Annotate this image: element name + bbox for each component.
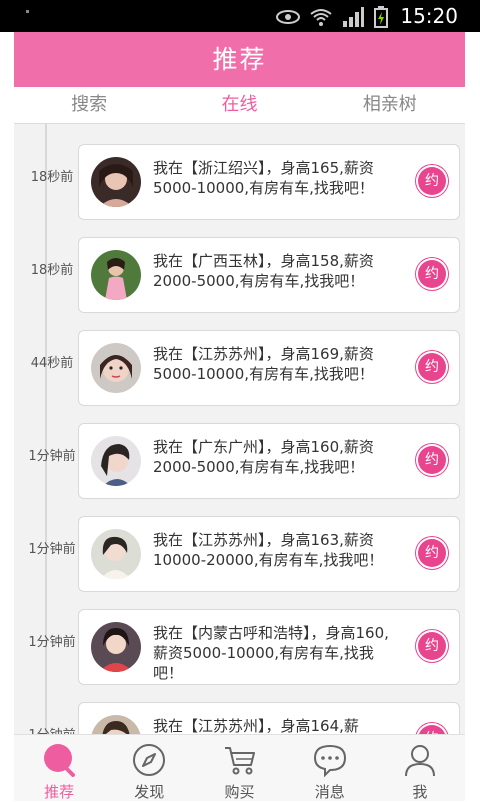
nav-label: 推荐 xyxy=(44,783,75,801)
message-text: 我在【内蒙古呼和浩特】，身高160,薪资5000-10000,有房有车,找我吧！ xyxy=(153,624,389,682)
time-ago: 18秒前 xyxy=(30,170,74,185)
message-text: 我在【江苏苏州】，身高164,薪 xyxy=(153,717,359,734)
feed-card[interactable]: 我在【内蒙古呼和浩特】，身高160,薪资5000-10000,有房有车,找我吧！… xyxy=(78,609,460,685)
time-ago: 1分钟前 xyxy=(22,724,82,734)
date-invite-button[interactable]: 约 xyxy=(418,167,446,195)
time-ago: 1分钟前 xyxy=(28,635,76,650)
nav-label: 消息 xyxy=(314,783,345,801)
avatar[interactable] xyxy=(91,343,141,393)
nav-label: 我 xyxy=(412,783,428,801)
feed-card[interactable]: 我在【广西玉林】，身高158,薪资2000-5000,有房有车,找我吧！ 约 xyxy=(78,237,460,313)
feed-card[interactable]: 我在【江苏苏州】，身高163,薪资10000-20000,有房有车,找我吧！ 约 xyxy=(78,516,460,592)
list-item: 44秒前 我在【江苏苏州】，身高169,薪资5000-10000,有房有车,找我… xyxy=(14,330,465,406)
date-invite-button[interactable]: 约 xyxy=(418,539,446,567)
status-icons xyxy=(276,6,388,28)
avatar[interactable] xyxy=(91,529,141,579)
avatar[interactable] xyxy=(91,157,141,207)
bottom-nav: 推荐 发现 购买 消息 我 xyxy=(14,734,465,801)
list-item: 1分钟前 我在【内蒙古呼和浩特】，身高160,薪资5000-10000,有房有车… xyxy=(14,609,465,685)
nav-buy[interactable]: 购买 xyxy=(194,735,284,801)
time-ago: 1分钟前 xyxy=(28,542,76,557)
feed-card[interactable]: 我在【江苏苏州】，身高169,薪资5000-10000,有房有车,找我吧！ 约 xyxy=(78,330,460,406)
date-invite-button[interactable]: 约 xyxy=(418,446,446,474)
message-text: 我在【广西玉林】，身高158,薪资2000-5000,有房有车,找我吧！ xyxy=(153,252,374,290)
eye-icon xyxy=(276,10,300,24)
signal-icon xyxy=(343,7,364,27)
app-header: 推荐 xyxy=(14,32,465,87)
nav-label: 购买 xyxy=(224,783,255,801)
search-icon xyxy=(44,744,76,777)
avatar[interactable] xyxy=(91,622,141,672)
feed-card[interactable]: 我在【广东广州】，身高160,薪资2000-5000,有房有车,找我吧！ 约 xyxy=(78,423,460,499)
time-ago: 44秒前 xyxy=(30,356,74,371)
time-ago: 18秒前 xyxy=(30,263,74,278)
wifi-icon xyxy=(310,9,332,26)
page-title: 推荐 xyxy=(212,45,267,74)
nav-recommend[interactable]: 推荐 xyxy=(14,735,104,801)
status-bar: 15:20 xyxy=(0,0,480,32)
tab-bar: 搜索 在线 相亲树 xyxy=(14,87,465,124)
tab-search[interactable]: 搜索 xyxy=(14,87,164,123)
date-invite-button[interactable]: 约 xyxy=(418,353,446,381)
feed-card[interactable]: 我在【江苏苏州】，身高164,薪 约 xyxy=(78,702,460,734)
tab-online[interactable]: 在线 xyxy=(164,87,314,123)
list-item: 18秒前 我在【广西玉林】，身高158,薪资2000-5000,有房有车,找我吧… xyxy=(14,237,465,313)
avatar[interactable] xyxy=(91,715,141,734)
feed-card[interactable]: 我在【浙江绍兴】，身高165,薪资5000-10000,有房有车,找我吧！ 约 xyxy=(78,144,460,220)
list-item: 18秒前 我在【浙江绍兴】，身高165,薪资5000-10000,有房有车,找我… xyxy=(14,144,465,220)
message-text: 我在【江苏苏州】，身高163,薪资10000-20000,有房有车,找我吧！ xyxy=(153,531,384,569)
time-ago: 1分钟前 xyxy=(28,449,76,464)
list-item: 1分钟前 我在【江苏苏州】，身高164,薪 约 xyxy=(14,702,465,734)
nav-label: 发现 xyxy=(134,783,165,801)
compass-icon xyxy=(133,744,166,776)
nav-me[interactable]: 我 xyxy=(375,735,465,801)
battery-icon xyxy=(374,6,388,28)
list-item: 1分钟前 我在【广东广州】，身高160,薪资2000-5000,有房有车,找我吧… xyxy=(14,423,465,499)
message-text: 我在【浙江绍兴】，身高165,薪资5000-10000,有房有车,找我吧！ xyxy=(153,159,374,197)
date-invite-button[interactable]: 约 xyxy=(418,260,446,288)
date-invite-button[interactable]: 约 xyxy=(418,632,446,660)
person-icon xyxy=(404,745,435,777)
date-invite-button[interactable]: 约 xyxy=(418,725,446,734)
message-text: 我在【广东广州】，身高160,薪资2000-5000,有房有车,找我吧！ xyxy=(153,438,374,476)
avatar[interactable] xyxy=(91,250,141,300)
avatar[interactable] xyxy=(91,436,141,486)
tab-matchmaking-tree[interactable]: 相亲树 xyxy=(315,87,465,123)
list-item: 1分钟前 我在【江苏苏州】，身高163,薪资10000-20000,有房有车,找… xyxy=(14,516,465,592)
message-icon xyxy=(313,744,346,777)
message-text: 我在【江苏苏州】，身高169,薪资5000-10000,有房有车,找我吧！ xyxy=(153,345,374,383)
notification-dot xyxy=(26,10,29,13)
cart-icon xyxy=(224,747,255,775)
feed-list: 18秒前 我在【浙江绍兴】，身高165,薪资5000-10000,有房有车,找我… xyxy=(14,124,465,734)
status-time: 15:20 xyxy=(400,4,458,28)
nav-discover[interactable]: 发现 xyxy=(104,735,194,801)
nav-messages[interactable]: 消息 xyxy=(285,735,375,801)
